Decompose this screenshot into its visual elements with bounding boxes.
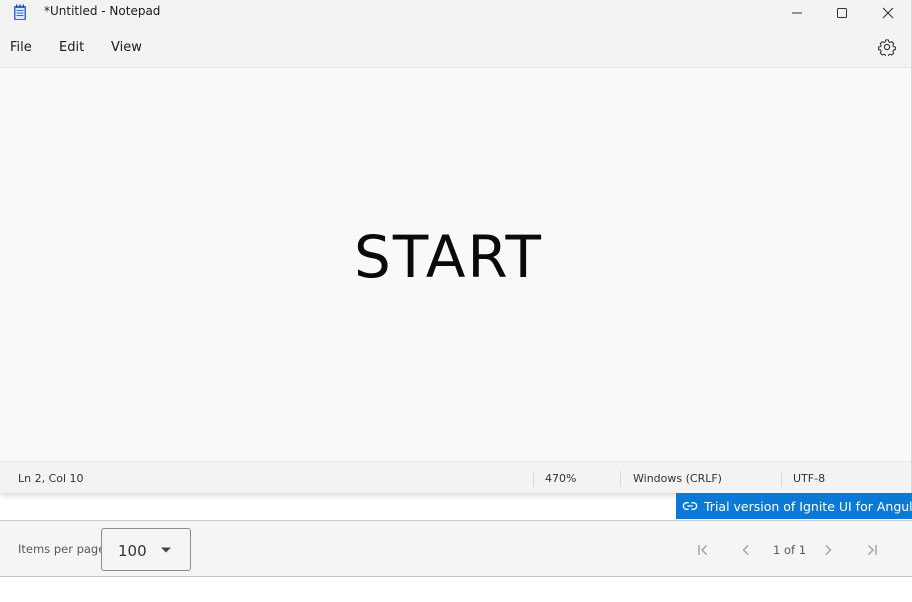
encoding[interactable]: UTF-8 [793, 472, 825, 485]
maximize-button[interactable] [819, 0, 865, 26]
first-page-icon [698, 545, 707, 555]
next-page-icon [825, 545, 832, 555]
items-per-page-select[interactable]: 100 [101, 528, 191, 571]
close-icon [882, 7, 894, 19]
status-divider [620, 471, 621, 487]
last-page-button[interactable] [862, 540, 882, 560]
line-ending[interactable]: Windows (CRLF) [633, 472, 722, 485]
items-per-page-label: Items per page [18, 542, 106, 556]
page-info: 1 of 1 [773, 543, 807, 557]
minimize-icon [792, 12, 802, 14]
paginator: Items per page 100 1 of 1 [0, 520, 912, 577]
status-divider [781, 471, 782, 487]
first-page-button[interactable] [693, 540, 713, 560]
menu-file[interactable]: File [10, 40, 32, 55]
gear-icon [878, 39, 896, 58]
window-title: *Untitled - Notepad [44, 4, 161, 18]
previous-page-button[interactable] [736, 540, 756, 560]
next-page-button[interactable] [818, 540, 838, 560]
cursor-position: Ln 2, Col 10 [18, 472, 84, 485]
trial-banner-text: Trial version of Ignite UI for Angular [704, 498, 912, 514]
close-button[interactable] [865, 0, 911, 26]
text-editor[interactable]: START [0, 68, 911, 461]
editor-content: START [354, 223, 543, 291]
title-bar[interactable]: *Untitled - Notepad [0, 0, 911, 26]
last-page-icon [868, 545, 877, 555]
minimize-button[interactable] [774, 0, 820, 26]
status-divider [533, 471, 534, 487]
caret-down-icon [161, 547, 171, 553]
menu-view[interactable]: View [111, 40, 142, 55]
notepad-icon [12, 4, 28, 21]
notepad-window: *Untitled - Notepad File Edit View START… [0, 0, 912, 493]
settings-button[interactable] [878, 38, 896, 58]
previous-page-icon [742, 545, 749, 555]
maximize-icon [837, 8, 847, 18]
link-icon [682, 502, 698, 510]
trial-banner[interactable]: Trial version of Ignite UI for Angular [676, 493, 912, 519]
status-bar: Ln 2, Col 10 470% Windows (CRLF) UTF-8 [0, 461, 911, 493]
zoom-level[interactable]: 470% [545, 472, 576, 485]
menu-bar: File Edit View [0, 26, 911, 68]
items-per-page-value: 100 [118, 542, 147, 560]
menu-edit[interactable]: Edit [59, 40, 84, 55]
